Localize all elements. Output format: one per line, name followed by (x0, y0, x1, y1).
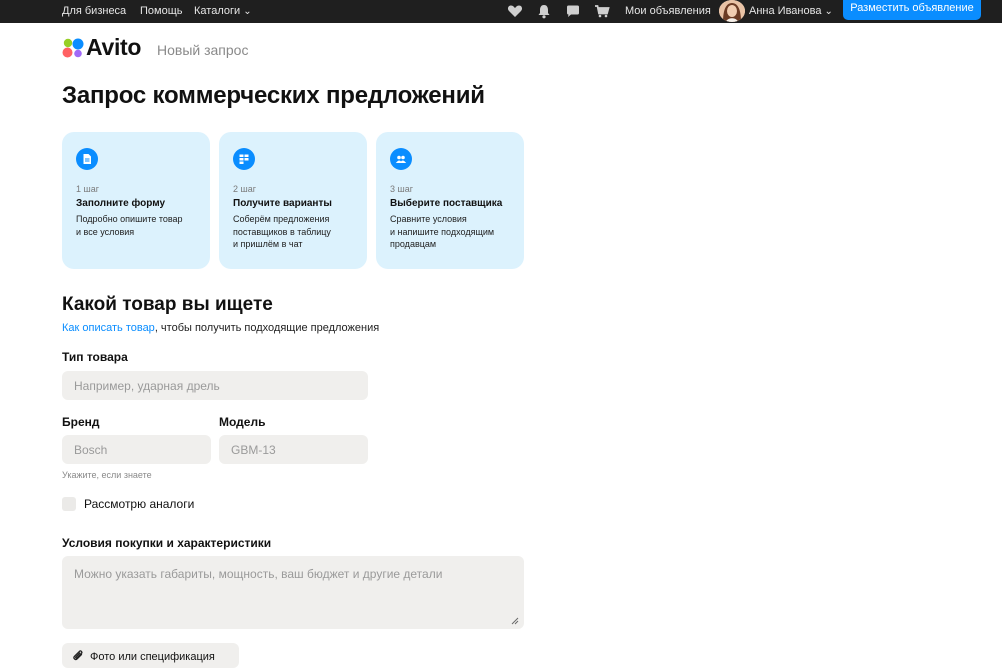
step-card-1: 1 шаг Заполните форму Подробно опишите т… (62, 132, 210, 269)
step-title: Выберите поставщика (390, 198, 503, 209)
cart-icon[interactable] (594, 3, 610, 19)
describe-hint: Как описать товар, чтобы получить подход… (62, 322, 379, 334)
product-type-label: Тип товара (62, 350, 128, 364)
brand-input[interactable] (62, 435, 211, 464)
heart-icon[interactable] (507, 3, 523, 19)
post-ad-button[interactable]: Разместить объявление (843, 0, 981, 20)
step-number: 2 шаг (233, 184, 257, 194)
page-title: Запрос коммерческих предложений (62, 82, 485, 109)
chevron-down-icon: ⌄ (243, 6, 252, 17)
brand-hint: Укажите, если знаете (62, 470, 152, 480)
section-title: Какой товар вы ищете (62, 294, 273, 315)
step-number: 3 шаг (390, 184, 414, 194)
attach-label: Фото или спецификация (90, 651, 215, 663)
step-title: Заполните форму (76, 198, 166, 209)
my-ads-link[interactable]: Мои объявления (625, 3, 711, 19)
catalogs-menu[interactable]: Каталоги ⌄ (194, 3, 252, 20)
help-link[interactable]: Помощь (140, 3, 183, 19)
business-link[interactable]: Для бизнеса (62, 3, 126, 19)
analogs-checkbox[interactable] (62, 497, 76, 511)
document-icon (76, 148, 98, 170)
avatar[interactable] (719, 0, 745, 22)
attach-file-button[interactable]: Фото или спецификация (62, 643, 239, 668)
how-to-describe-link[interactable]: Как описать товар (62, 322, 155, 334)
paperclip-icon (73, 650, 83, 661)
logo-dots-icon (62, 38, 84, 58)
step-card-3: 3 шаг Выберите поставщика Сравните услов… (376, 132, 524, 269)
table-icon (233, 148, 255, 170)
bell-icon[interactable] (536, 3, 552, 19)
step-title: Получите варианты (233, 198, 332, 209)
chat-icon[interactable] (565, 3, 581, 19)
top-navigation-bar: Для бизнеса Помощь Каталоги ⌄ Мои объявл… (0, 0, 1002, 23)
model-input[interactable] (219, 435, 368, 464)
step-number: 1 шаг (76, 184, 100, 194)
step-description: Подробно опишите товар и все условия (76, 214, 183, 237)
step-description: Сравните условия и напишите подходящим п… (390, 214, 495, 249)
hint-text: , чтобы получить подходящие предложения (154, 322, 380, 334)
conditions-label: Условия покупки и характеристики (62, 536, 272, 550)
logo-text: Avito (86, 34, 142, 60)
chevron-down-icon: ⌄ (824, 6, 833, 17)
brand-label: Бренд (62, 415, 100, 429)
page-subtitle: Новый запрос (157, 42, 249, 58)
resize-handle-icon[interactable] (511, 617, 519, 625)
people-icon (390, 148, 412, 170)
conditions-textarea[interactable] (62, 556, 524, 629)
user-name: Анна Иванова (749, 5, 822, 17)
catalogs-label: Каталоги (194, 5, 241, 17)
user-menu[interactable]: Анна Иванова ⌄ (749, 3, 833, 20)
product-type-input[interactable] (62, 371, 368, 400)
model-label: Модель (219, 415, 266, 429)
step-description: Соберём предложения поставщиков в таблиц… (233, 214, 331, 249)
step-card-2: 2 шаг Получите варианты Соберём предложе… (219, 132, 367, 269)
analogs-label[interactable]: Рассмотрю аналоги (84, 497, 194, 511)
